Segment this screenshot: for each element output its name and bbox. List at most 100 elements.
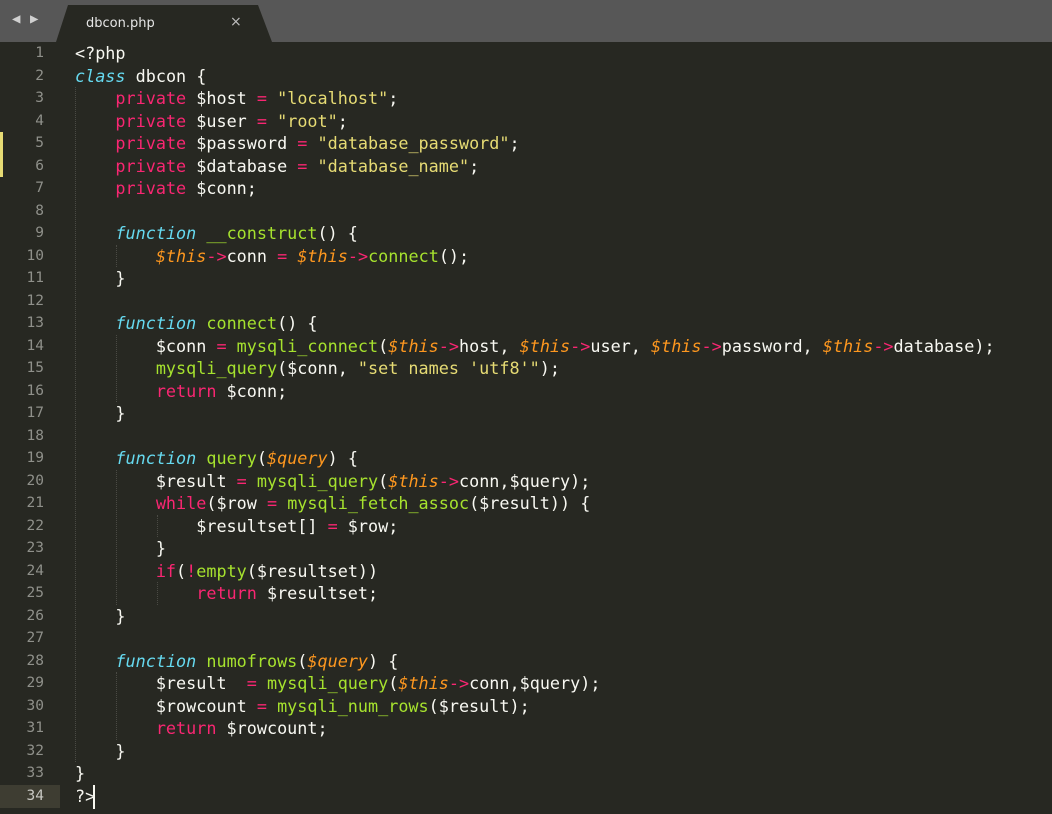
code-line[interactable]: } [75,605,126,628]
keyword-token: -> [873,335,894,356]
code-text: $password [186,133,298,153]
variable-token: $query [267,448,328,468]
keyword-token: ! [186,560,197,581]
variable-token: $this [155,245,207,266]
code-line[interactable]: function query($query) { [75,447,358,470]
code-text: $conn; [186,178,257,198]
code-line[interactable]: $rowcount = mysqli_num_rows($result); [75,695,530,718]
code-text: } [75,605,126,626]
line-number: 16 [26,382,44,399]
tab-dbcon[interactable]: dbcon.php × [56,5,272,42]
code-text: $conn; [216,380,288,401]
code-line[interactable]: private $password = "database_password"; [75,132,519,155]
code-line[interactable]: return $rowcount; [75,717,328,740]
code-line[interactable]: function connect() { [75,312,317,335]
code-line[interactable]: } [75,267,125,290]
code-text: (); [438,245,470,266]
code-line[interactable]: private $user = "root"; [75,110,347,133]
code-line[interactable]: if(!empty($resultset)) [75,560,378,583]
code-line[interactable]: } [75,537,166,560]
line-number: 14 [26,337,44,354]
code-line[interactable]: private $host = "localhost"; [75,87,398,110]
close-icon[interactable]: × [230,14,242,30]
code-text: $host [186,88,257,108]
line-number: 10 [26,247,44,264]
code-line[interactable]: return $resultset; [75,582,378,605]
code-text: conn,$query); [469,673,601,693]
code-line[interactable]: while($row = mysqli_fetch_assoc($result)… [75,492,590,515]
function-token: query [206,448,257,468]
code-line[interactable]: $result = mysqli_query($this->conn,$quer… [75,672,601,695]
variable-token: $this [388,335,439,356]
code-text: $result [75,673,247,693]
nav-right-icon[interactable]: ▶ [30,11,38,27]
keyword-token: private [115,88,187,108]
code-text: } [75,740,126,761]
code-line[interactable]: private $conn; [75,177,257,200]
line-number: 21 [26,495,44,511]
keyword-token: -> [438,335,459,356]
code-line[interactable]: function __construct() { [75,222,358,245]
code-line[interactable]: } [75,762,85,785]
code-line[interactable]: <?php [75,42,126,65]
code-line[interactable]: private $database = "database_name"; [75,155,479,178]
code-line[interactable]: $result = mysqli_query($this->conn,$quer… [75,470,591,493]
line-number: 26 [26,607,44,624]
code-line[interactable]: return $conn; [75,380,287,403]
code-text: () { [317,223,358,243]
storage-token: function [115,313,197,333]
text-cursor [93,785,95,809]
code-line[interactable]: } [75,740,126,763]
string-token: "database_name" [317,155,470,176]
function-token: mysqli_fetch_assoc [287,493,470,513]
code-text: ) { [327,448,358,468]
line-number: 3 [35,90,44,106]
code-text: ( [176,560,187,581]
tab-title: dbcon.php [86,16,155,31]
keyword-token: -> [347,245,369,266]
keyword-token: if [155,560,177,581]
line-number: 24 [26,562,44,579]
nav-left-icon[interactable]: ◀ [12,11,20,27]
line-gutter: 1 2 3 4 5 6 7 8 9 10 11 12 13 14 15 16 17 18 19 20 21 22 23 24 2… [0,42,60,814]
code-line[interactable]: $resultset[] = $row; [75,515,398,538]
code-text: ($row [206,493,267,513]
editor[interactable]: 1 2 3 4 5 6 7 8 9 10 11 12 13 14 15 16 17 18 19 20 21 22 23 24 2… [0,42,1052,814]
function-token: mysqli_query [266,673,389,693]
line-number: 33 [26,765,44,781]
code-text: } [75,403,126,423]
code-line[interactable]: $conn = mysqli_connect($this->host, $thi… [75,335,995,358]
keyword-token: = [216,335,227,356]
line-number: 31 [26,720,44,736]
string-token: "root" [277,110,338,131]
storage-token: function [115,223,197,243]
code-text: <?php [75,43,126,63]
keyword-token: while [155,493,207,513]
code-line[interactable]: class dbcon { [75,65,206,88]
code-line[interactable]: function numofrows($query) { [75,650,398,673]
variable-token: $this [650,335,702,356]
code-text: $row; [337,515,399,536]
code-line[interactable]: } [75,402,126,425]
code-text: ) { [368,650,399,671]
code-line[interactable]: mysqli_query($conn, "set names 'utf8'"); [75,357,560,380]
keyword-token: = [297,133,308,153]
code-text: ; [469,155,480,176]
variable-token: $this [519,335,571,356]
line-number: 15 [26,360,44,376]
line-number: 23 [26,540,44,556]
code-text: $result [75,470,237,491]
code-line[interactable]: $this->conn = $this->connect(); [75,245,469,268]
function-token: mysqli_connect [236,335,379,356]
keyword-token: = [327,515,338,536]
